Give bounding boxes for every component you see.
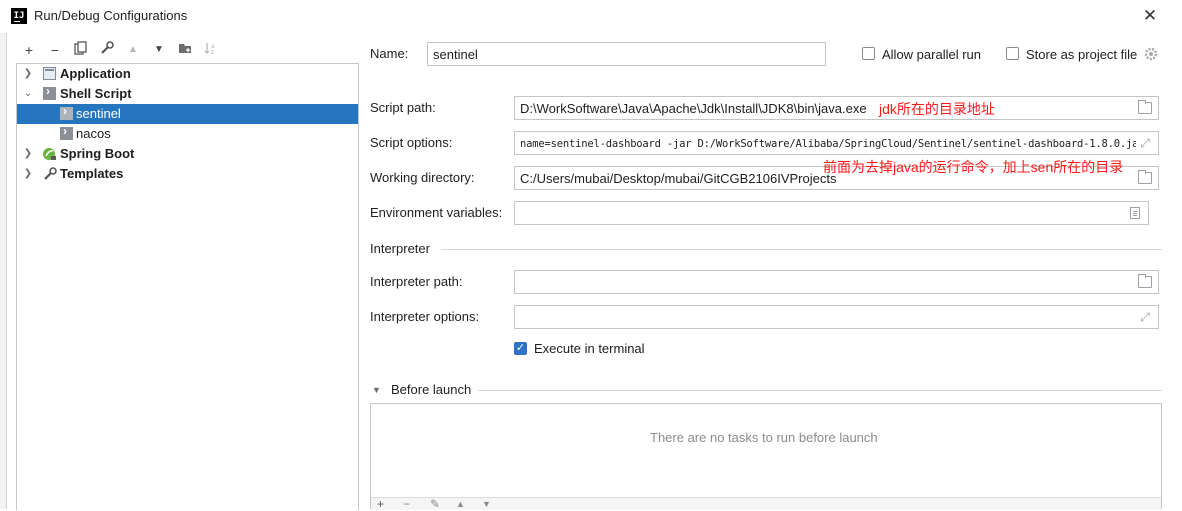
script-path-label: Script path: (370, 100, 436, 115)
script-path-input[interactable]: D:\WorkSoftware\Java\Apache\Jdk\Install\… (514, 96, 1159, 120)
name-label: Name: (370, 46, 409, 61)
interpreter-separator (441, 249, 1162, 250)
move-task-down-button[interactable]: ▼ (482, 499, 491, 509)
shell-script-icon (60, 104, 73, 120)
script-options-input[interactable]: name=sentinel-dashboard -jar D:/WorkSoft… (514, 131, 1159, 155)
move-up-button[interactable]: ▲ (124, 41, 142, 59)
sort-button[interactable]: az (202, 41, 220, 59)
copy-icon (74, 41, 87, 55)
window-title: Run/Debug Configurations (34, 8, 188, 23)
tree-item-nacos[interactable]: nacos (17, 124, 358, 144)
move-task-up-button[interactable]: ▲ (456, 499, 465, 509)
execute-in-terminal-checkbox[interactable]: ✓ (514, 342, 527, 355)
move-down-button[interactable]: ▼ (150, 41, 168, 59)
configuration-tree[interactable]: ❯ Application ⌄ Shell Script sentinel na… (16, 63, 359, 510)
tree-item-label: Spring Boot (60, 146, 135, 161)
allow-parallel-run-checkbox[interactable] (862, 47, 875, 60)
tree-item-application[interactable]: ❯ Application (17, 64, 358, 84)
environment-variables-label: Environment variables: (370, 205, 503, 220)
expand-icon[interactable]: ⤢ (1138, 311, 1152, 323)
interpreter-path-input[interactable] (514, 270, 1159, 294)
folder-icon (178, 44, 191, 53)
chevron-right-icon[interactable]: ❯ (22, 147, 34, 161)
store-as-project-file-checkbox[interactable] (1006, 47, 1019, 60)
execute-in-terminal-label: Execute in terminal (534, 341, 645, 356)
edit-task-button[interactable]: ✎ (430, 498, 440, 510)
before-launch-title[interactable]: Before launch (391, 382, 471, 397)
remove-configuration-button[interactable]: − (46, 41, 64, 59)
interpreter-options-input[interactable]: ⤢ (514, 305, 1159, 329)
add-task-button[interactable]: + (377, 498, 384, 510)
working-directory-label: Working directory: (370, 170, 475, 185)
add-configuration-button[interactable]: + (20, 41, 38, 59)
wrench-icon (101, 41, 114, 54)
collapse-before-launch-icon[interactable]: ▼ (372, 385, 381, 395)
name-input[interactable]: sentinel (427, 42, 826, 66)
chevron-right-icon[interactable]: ❯ (22, 67, 34, 81)
sort-icon: az (204, 43, 215, 56)
remove-task-button[interactable]: − (403, 498, 410, 510)
wrench-icon (43, 167, 57, 180)
tree-item-sentinel[interactable]: sentinel (17, 104, 358, 124)
copy-configuration-button[interactable] (72, 41, 90, 59)
jdk-annotation: jdk所在的目录地址 (879, 101, 995, 117)
edit-variables-icon[interactable] (1130, 207, 1140, 219)
tree-item-label: nacos (76, 126, 111, 141)
interpreter-path-label: Interpreter path: (370, 274, 463, 289)
spring-boot-icon (42, 147, 56, 160)
allow-parallel-run-label: Allow parallel run (882, 47, 981, 62)
tree-item-shell-script[interactable]: ⌄ Shell Script (17, 84, 358, 104)
script-options-label: Script options: (370, 135, 453, 150)
interpreter-options-label: Interpreter options: (370, 309, 480, 324)
svg-text:z: z (211, 49, 214, 55)
intellij-app-icon: IJ (11, 8, 27, 24)
background-window-edge (0, 33, 7, 509)
edit-defaults-button[interactable] (98, 41, 116, 59)
before-launch-task-list[interactable] (370, 403, 1162, 509)
expand-icon[interactable]: ⤢ (1138, 137, 1152, 149)
options-annotation: 前面为去掉java的运行命令，加上sen所在的目录 (823, 159, 1124, 175)
store-as-project-file-label: Store as project file (1026, 47, 1138, 62)
shell-script-icon (43, 84, 56, 100)
tree-item-templates[interactable]: ❯ Templates (17, 164, 358, 184)
chevron-right-icon[interactable]: ❯ (22, 167, 34, 181)
new-folder-button[interactable] (176, 41, 194, 59)
browse-folder-icon[interactable] (1138, 100, 1152, 114)
script-path-value: D:\WorkSoftware\Java\Apache\Jdk\Install\… (520, 101, 867, 116)
tree-item-label: sentinel (76, 106, 121, 121)
name-input-value: sentinel (433, 47, 478, 62)
interpreter-section-title: Interpreter (370, 241, 430, 256)
application-icon (43, 67, 56, 80)
environment-variables-input[interactable] (514, 201, 1149, 225)
chevron-down-icon[interactable]: ⌄ (22, 87, 34, 101)
tree-item-label: Templates (60, 166, 124, 181)
tree-item-spring-boot[interactable]: ❯ Spring Boot (17, 144, 358, 164)
before-launch-separator (478, 390, 1162, 391)
before-launch-empty-text: There are no tasks to run before launch (650, 430, 878, 445)
close-button[interactable]: ✕ (1140, 6, 1160, 26)
tree-item-label: Shell Script (60, 86, 132, 101)
script-options-value: name=sentinel-dashboard -jar D:/WorkSoft… (520, 138, 1136, 150)
working-directory-value: C:/Users/mubai/Desktop/mubai/GitCGB2106I… (520, 171, 837, 186)
browse-folder-icon[interactable] (1138, 274, 1152, 288)
browse-folder-icon[interactable] (1138, 170, 1152, 184)
gear-icon[interactable] (1144, 47, 1158, 61)
tree-item-label: Application (60, 66, 131, 81)
shell-script-icon (60, 124, 73, 140)
